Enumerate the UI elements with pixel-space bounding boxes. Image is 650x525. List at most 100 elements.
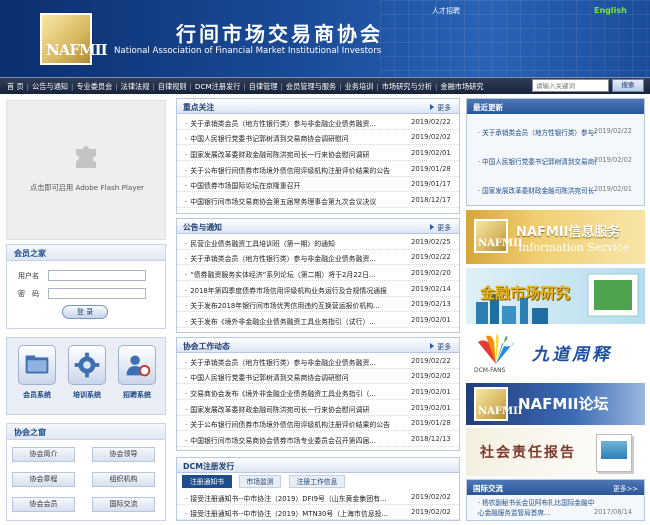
list-item[interactable]: 国家发展改革委财政金融司陈洪宛司长一行来协会慰问调研 2019/02/01	[177, 400, 459, 416]
nav-item-research[interactable]: 市场研究与分析	[379, 82, 435, 92]
list-item[interactable]: 关于承销类会员（地方性银行类）参与非金融企业债务融资... 2019/02/22	[177, 353, 459, 369]
list-item[interactable]: 中国银行间市场交易商协会债券市场专业委员会召开第四届... 2018/12/13	[177, 431, 459, 448]
tab-market-monitoring[interactable]: 市场监测	[239, 475, 281, 488]
assoc-leaders-button[interactable]: 协会领导	[92, 447, 155, 462]
report-cover-icon	[596, 434, 632, 472]
notice-more-link[interactable]: 更多	[430, 222, 451, 232]
item-title[interactable]: 中国债券市场国际论坛在京隆重召开	[185, 180, 407, 190]
item-date: 2019/02/22	[411, 117, 451, 126]
username-field[interactable]	[48, 270, 146, 281]
list-item[interactable]: 民营企业债务融资工具培训班（第一期）的通知 2019/02/25	[177, 234, 459, 250]
list-item[interactable]: 关于公布银行间债券市场境外债信用评级机构注册评价结果的公告 2019/01/28	[177, 161, 459, 177]
list-item[interactable]: 关于发布2018年银行间市场优秀信用违约互换营运报价机构... 2019/02/1…	[177, 297, 459, 313]
list-item[interactable]: 关于公布银行间债券市场境外债信用评级机构注册评价结果的公告 2019/01/28	[177, 416, 459, 432]
more-label: 更多	[437, 224, 451, 232]
nav-item-laws[interactable]: 法律法规	[118, 82, 153, 92]
nafmii-forum-banner[interactable]: NAFMII NAFMII论坛	[466, 383, 645, 425]
nav-item-dcm[interactable]: DCM注册发行	[192, 82, 244, 92]
item-title[interactable]: 中国人民银行党委书记郭树清到交易商协会调研慰问	[185, 133, 407, 143]
item-date: 2019/02/01	[594, 185, 633, 193]
item-title[interactable]: 关于发布2018年银行间市场优秀信用违约互换营运报价机构...	[185, 300, 407, 310]
item-title[interactable]: 关于承销类会员（地方性银行类）参与非金融企业债务融资...	[185, 357, 407, 367]
nav-item-self-regulation[interactable]: 自律管理	[246, 82, 281, 92]
item-title[interactable]: 2018年第四季度债券市场信用评级机构业务运行及合规情况通报	[185, 285, 407, 295]
nav-item-training[interactable]: 业务培训	[342, 82, 377, 92]
list-item[interactable]: 中国债券市场国际论坛在京隆重召开 2019/01/17	[177, 177, 459, 193]
item-title[interactable]: 中国银行间市场交易商协会第五届常务理事会第九次会议决议	[185, 196, 407, 206]
item-title[interactable]: 关于公布银行间债券市场境外债信用评级机构注册评价结果的公告	[185, 419, 407, 429]
list-item[interactable]: 关于承销类会员（地方性银行类）参与非金融企业债务融资...2019/02/22	[177, 250, 459, 266]
training-system-link[interactable]: 培训系统	[65, 345, 109, 400]
nav-item-members[interactable]: 会员管理与服务	[283, 82, 339, 92]
work-more-link[interactable]: 更多	[430, 341, 451, 351]
item-title[interactable]: 中国人民银行党委书记郭树清到交易商协会调研慰问	[185, 372, 407, 382]
list-item[interactable]: 国家发展改革委财政金融司陈洪宛司长一行来协会慰问调研2019/02/01	[467, 182, 644, 197]
item-title[interactable]: 关于承销类会员（地方性银行类）参与非金融企业债务融资...	[478, 127, 596, 137]
member-system-label: 会员系统	[23, 391, 51, 399]
item-title[interactable]: 杨农副秘书长会见阿布扎比国际金融中心金融服务监管局首席...	[478, 498, 600, 518]
list-item[interactable]: 中国人民银行党委书记郭树清到交易商协会调研慰问2019/02/02	[177, 369, 459, 385]
assoc-intro-button[interactable]: 协会简介	[12, 447, 75, 462]
item-date: 2019/02/22	[411, 356, 451, 365]
list-item[interactable]: 接受注册通知书--中市协注（2019）DFI9号（山东黄金集团有... 2019/…	[177, 489, 459, 505]
tab-registration-notice[interactable]: 注册通知书	[182, 475, 232, 488]
nav-item-home[interactable]: 首 页	[4, 82, 27, 92]
nav-item-rules[interactable]: 自律规则	[155, 82, 190, 92]
assoc-org-button[interactable]: 组织机构	[92, 472, 155, 487]
item-date: 2019/02/20	[411, 268, 451, 277]
assoc-charter-button[interactable]: 协会章程	[12, 472, 75, 487]
item-title[interactable]: 接受注册通知书--中市协注（2019）MTN30号（上海市信息投...	[185, 508, 407, 518]
intl-more-link[interactable]: 更多>>	[613, 483, 638, 493]
search-input[interactable]	[532, 79, 609, 92]
item-title[interactable]: 中国人民银行党委书记郭树清到交易商协会调研慰问	[478, 156, 596, 166]
list-item[interactable]: 关于承销类会员（地方性银行类）参与非金融企业债务融资... 2019/02/22	[177, 114, 459, 130]
list-item[interactable]: 杨农副秘书长会见阿布扎比国际金融中心金融服务监管局首席... 2017/08/1…	[467, 495, 644, 521]
list-item[interactable]: 关于承销类会员（地方性银行类）参与非金融企业债务融资...2019/02/22	[467, 124, 644, 139]
item-title[interactable]: 国家发展改革委财政金融司陈洪宛司长一行来协会慰问调研	[478, 185, 596, 195]
item-title[interactable]: 中国银行间市场交易商协会债券市场专业委员会召开第四届...	[185, 435, 407, 445]
item-title[interactable]: 关于公布银行间债券市场境外债信用评级机构注册评价结果的公告	[185, 165, 407, 175]
item-title[interactable]: 国家发展改革委财政金融司陈洪宛司长一行来协会慰问调研	[185, 404, 407, 414]
recruit-system-link[interactable]: 招聘系统	[115, 345, 159, 400]
focus-more-link[interactable]: 更多	[430, 102, 451, 112]
assoc-members-button[interactable]: 协会会员	[12, 497, 75, 512]
password-field[interactable]	[48, 288, 146, 299]
list-item[interactable]: “债券融资服务实体经济”系列论坛（第二期）将于2月22日... 2019/02/2…	[177, 265, 459, 282]
item-title[interactable]: 关于发布《境外非金融企业债务融资工具业务指引（试行）...	[185, 316, 407, 326]
item-title[interactable]: “债券融资服务实体经济”系列论坛（第二期）将于2月22日...	[185, 269, 407, 279]
english-link[interactable]: English	[594, 6, 627, 15]
item-title[interactable]: 民营企业债务融资工具培训班（第一期）的通知	[185, 238, 407, 248]
search-button[interactable]: 搜索	[612, 79, 644, 92]
item-title[interactable]: 国家发展改革委财政金融司陈洪宛司长一行来协会慰问调研	[185, 149, 407, 159]
login-button[interactable]: 登 录	[62, 305, 108, 319]
finance-research-title: 金融市场研究	[480, 284, 571, 302]
list-item[interactable]: 关于发布《境外非金融企业债务融资工具业务指引（试行）... 2019/02/01	[177, 312, 459, 329]
list-item[interactable]: 国家发展改革委财政金融司陈洪宛司长一行来协会慰问调研2019/02/01	[177, 145, 459, 162]
item-title[interactable]: 关于承销类会员（地方性银行类）参与非金融企业债务融资...	[185, 118, 407, 128]
nav-item-committees[interactable]: 专业委员会	[73, 82, 115, 92]
nav-item-finance-research[interactable]: 金融市场研究	[437, 82, 486, 92]
list-item[interactable]: 交易商协会发布《境外非金融企业债务融资工具业务指引（... 2019/02/01	[177, 384, 459, 401]
list-item[interactable]: 中国人民银行党委书记郭树清到交易商协会调研慰问2019/02/02	[467, 153, 644, 168]
assoc-intl-button[interactable]: 国际交流	[92, 497, 155, 512]
peacock-icon	[478, 334, 514, 364]
item-date: 2019/02/01	[411, 403, 451, 412]
item-title[interactable]: 交易商协会发布《境外非金融企业债务融资工具业务指引（...	[185, 388, 407, 398]
list-item[interactable]: 中国银行间市场交易商协会第五届常务理事会第九次会议决议 2018/12/17	[177, 192, 459, 209]
flash-placeholder[interactable]: 点击即可启用 Adobe Flash Player	[6, 100, 166, 240]
social-responsibility-banner[interactable]: 社会责任报告	[466, 428, 645, 476]
item-title[interactable]: 接受注册通知书--中市协注（2019）DFI9号（山东黄金集团有...	[185, 493, 407, 503]
nav-item-notices[interactable]: 公告与通知	[29, 82, 71, 92]
nafmii-logo[interactable]: NAFMII	[40, 13, 108, 65]
info-service-banner[interactable]: NAFMII NAFMII信息服务 Information Service	[466, 210, 645, 264]
item-title[interactable]: 关于承销类会员（地方性银行类）参与非金融企业债务融资...	[185, 253, 407, 263]
list-item[interactable]: 中国人民银行党委书记郭树清到交易商协会调研慰问2019/02/02	[177, 130, 459, 146]
recruit-link[interactable]: 人才招聘	[432, 6, 460, 16]
list-item[interactable]: 接受注册通知书--中市协注（2019）MTN30号（上海市信息投... 2019/…	[177, 505, 459, 521]
tab-registration-info[interactable]: 注册工作信息	[289, 475, 345, 488]
finance-research-banner[interactable]: 金融市场研究	[466, 268, 645, 324]
list-item[interactable]: 2018年第四季度债券市场信用评级机构业务运行及合规情况通报 2019/02/14	[177, 281, 459, 297]
recruit-system-label: 招聘系统	[123, 391, 151, 399]
dcm-fans-banner[interactable]: DCM-FANS 九道周释	[466, 328, 645, 380]
member-system-link[interactable]: 会员系统	[15, 345, 59, 400]
